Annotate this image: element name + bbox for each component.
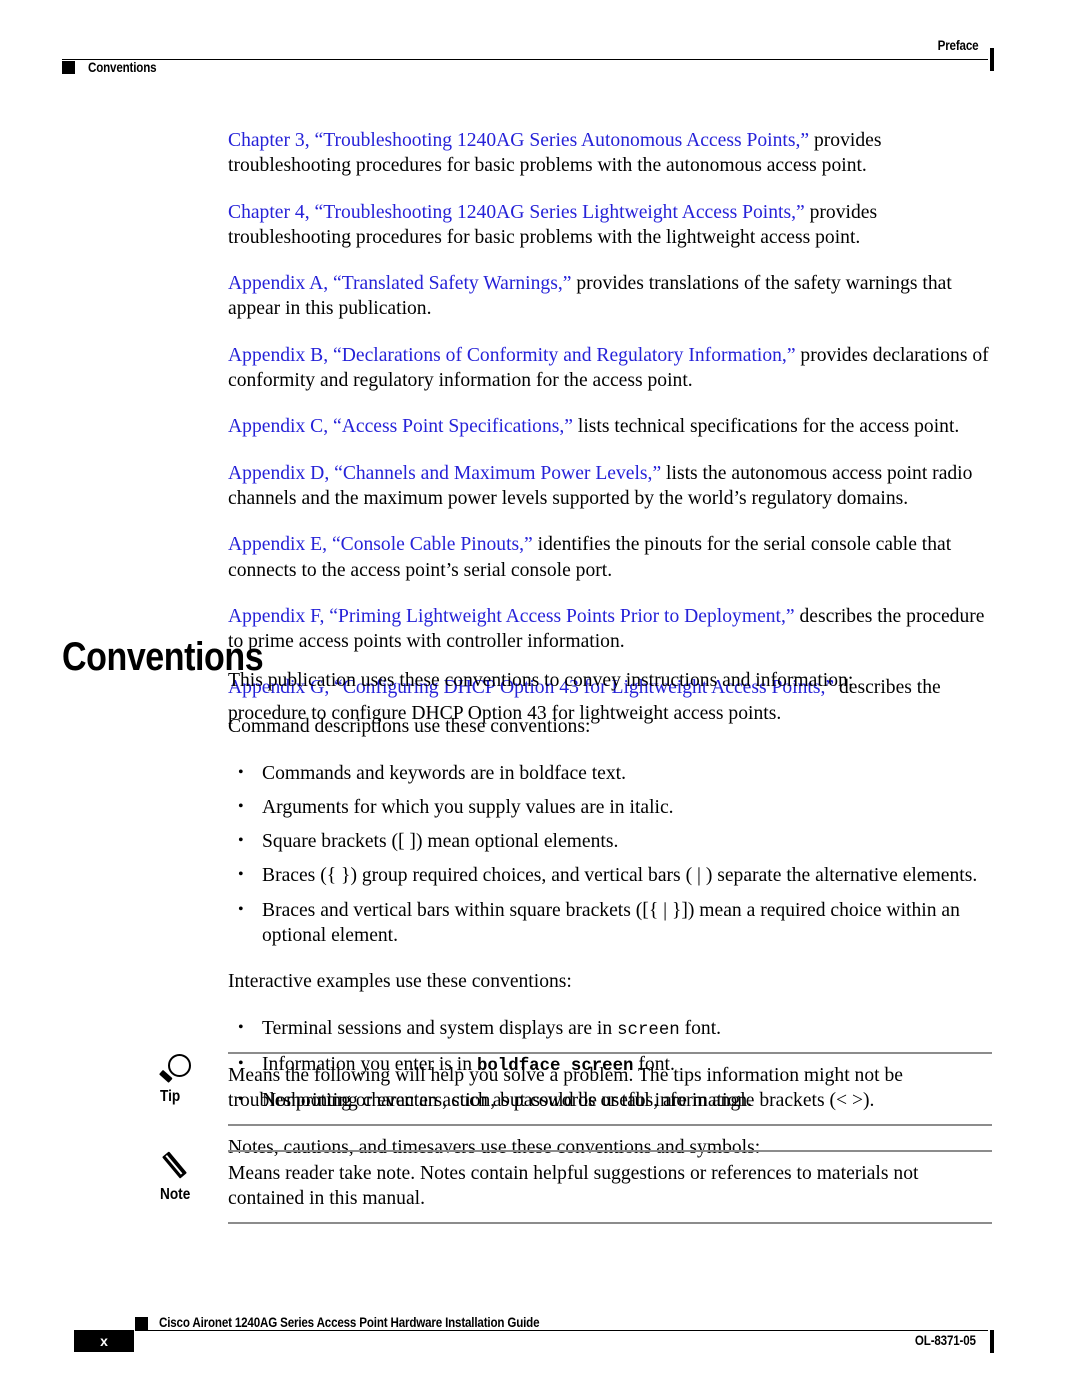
footer-square-marker-icon [135,1317,148,1330]
list-item: Arguments for which you supply values ar… [238,794,992,820]
pencil-icon [160,1150,204,1182]
note-rule-bottom [228,1221,992,1224]
magnifier-icon [158,1052,204,1084]
cross-reference-link[interactable]: Appendix C, “Access Point Specifications… [228,416,573,437]
list-item: Commands and keywords are in boldface te… [238,760,992,786]
cross-reference-link[interactable]: Appendix A, “Translated Safety Warnings,… [228,273,571,294]
conventions-intro-1: This publication uses these conventions … [228,670,854,691]
intro-paragraph: Appendix E, “Console Cable Pinouts,” ide… [228,532,992,583]
list-item-text: font. [679,1017,722,1039]
note-icon-column: Note [160,1150,218,1204]
list-item: Braces ({ }) group required choices, and… [238,862,992,888]
header-rule [62,59,988,60]
tip-text: Means the following will help you solve … [228,1065,903,1112]
cross-reference-link[interactable]: Appendix B, “Declarations of Conformity … [228,345,796,366]
tip-label: Tip [160,1088,181,1105]
cross-reference-link[interactable]: Chapter 3, “Troubleshooting 1240AG Serie… [228,130,809,151]
screen-font-sample: screen [617,1020,680,1040]
page-footer: x Cisco Aironet 1240AG Series Access Poi… [62,1315,994,1360]
intro-paragraph: Appendix C, “Access Point Specifications… [228,414,992,439]
list-item: Square brackets ([ ]) mean optional elem… [238,828,992,854]
intro-paragraph: Appendix F, “Priming Lightweight Access … [228,604,992,655]
list-item-text: Terminal sessions and system displays ar… [262,1017,618,1039]
list-item: Terminal sessions and system displays ar… [238,1015,992,1043]
header-section-title: Conventions [88,60,157,75]
cross-reference-link[interactable]: Chapter 4, “Troubleshooting 1240AG Serie… [228,202,805,223]
footer-document-id: OL-8371-05 [915,1333,976,1348]
intro-paragraph: Chapter 3, “Troubleshooting 1240AG Serie… [228,128,992,179]
cross-reference-link[interactable]: Appendix D, “Channels and Maximum Power … [228,463,661,484]
intro-paragraph: Chapter 4, “Troubleshooting 1240AG Serie… [228,200,992,251]
conventions-intro-3: Interactive examples use these conventio… [228,971,572,993]
footer-rule [135,1330,988,1331]
paragraph-text: lists technical specifications for the a… [573,416,960,438]
footer-document-title: Cisco Aironet 1240AG Series Access Point… [159,1315,540,1330]
note-text: Means reader take note. Notes contain he… [228,1163,919,1210]
list-item: Braces and vertical bars within square b… [238,897,992,949]
header-rule-endcap [990,48,994,71]
tip-icon-column: Tip [158,1052,218,1106]
header-chapter-title: Preface [937,38,978,53]
header-square-marker-icon [62,61,75,74]
tip-box: Means the following will help you solve … [228,1052,992,1126]
note-label: Note [160,1186,191,1203]
intro-paragraph: Appendix B, “Declarations of Conformity … [228,343,992,394]
command-conventions-list: Commands and keywords are in boldface te… [0,760,1080,949]
cross-reference-link[interactable]: Appendix F, “Priming Lightweight Access … [228,606,795,627]
conventions-intro-2: Command descriptions use these conventio… [228,716,591,738]
note-box: Means reader take note. Notes contain he… [228,1150,992,1224]
intro-paragraph: Appendix D, “Channels and Maximum Power … [228,461,992,512]
page-header: Preface Conventions [62,36,994,82]
tip-rule-bottom [228,1123,992,1126]
cross-reference-link[interactable]: Appendix E, “Console Cable Pinouts,” [228,534,533,555]
intro-paragraph: Appendix A, “Translated Safety Warnings,… [228,271,992,322]
footer-rule-endcap [990,1330,994,1353]
page-number: x [100,1333,108,1349]
